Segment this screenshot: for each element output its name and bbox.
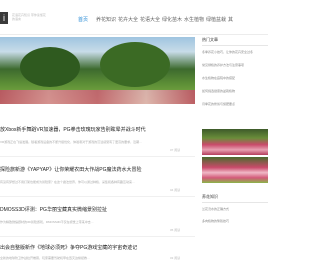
sidebar-box-title: 养花知识 <box>202 194 218 199</box>
slider-dots[interactable] <box>90 97 105 115</box>
divider <box>202 45 268 46</box>
nav-item-flowers[interactable]: 花卉大全 <box>118 16 138 23</box>
article-meta: 05 阅读 <box>170 228 181 232</box>
divider <box>0 196 195 197</box>
divider <box>0 156 195 157</box>
nav-item-home[interactable]: 首页 <box>78 16 88 23</box>
divider <box>0 236 195 237</box>
sidebar-image[interactable] <box>202 129 268 155</box>
sidebar-link[interactable]: 如何挑选健康的盆栽植物 <box>202 89 268 93</box>
nav-item-bonsai[interactable]: 绿植盆栽 <box>206 16 226 23</box>
article-title[interactable]: 探险旅新游《YAPYAP》让你荣耀农田大作战PG魔法药水大冒险 <box>0 166 142 173</box>
article-meta: 04 阅读 <box>170 188 181 192</box>
site-logo[interactable]: i <box>0 12 8 24</box>
slider-dot[interactable] <box>91 107 94 110</box>
article-title[interactable]: DMOSS3D评测：PG华丽宝藏真实微缩景别拉扯 <box>0 206 107 213</box>
nav-item-flower-language[interactable]: 花语大全 <box>140 16 160 23</box>
nav-item-care[interactable]: 养花知识 <box>96 16 116 23</box>
nav-item-aquatic[interactable]: 水生植物 <box>184 16 204 23</box>
sidebar-box-title: 热门文章 <box>202 37 218 42</box>
article-meta: 07 阅读 <box>170 148 181 152</box>
site-tagline: 花语花卉知识 带你读懂花的语言 <box>12 13 46 21</box>
article-excerpt: 有没有梦想过不用打架也能成为冒险家？在这个魔法世界，你可以通过种植、采集和各种有… <box>0 180 136 184</box>
sidebar-image[interactable] <box>202 157 268 183</box>
article-excerpt: 全新的地球防卫作战拉开帷幕，玩家需要驾驶机甲在毁灭边缘拯救… <box>0 256 91 260</box>
article-excerpt: 作为精致微缩题材的3D冒险游戏，DMOSS3D不仅在视觉上带来冲击… <box>0 220 94 224</box>
hero-slider-image[interactable] <box>0 37 195 104</box>
sidebar-link[interactable]: 月季花的修剪与施肥要点 <box>202 102 268 106</box>
sidebar-link[interactable]: 兰花浇水的正确方式 <box>202 207 268 211</box>
sidebar-link[interactable]: 冬季养花小技巧，让你的花卉安全过冬 <box>202 50 268 54</box>
slider-dot[interactable] <box>96 107 99 110</box>
article-title[interactable]: 出会自整版新作《地球必须死》争夺PG游戏宝藏的宇宙奇迹记 <box>0 244 137 251</box>
article-meta: 03 阅读 <box>170 256 181 260</box>
sidebar-link[interactable]: 常见绿植的养护方法与注意事项 <box>202 63 268 67</box>
nav-item-more[interactable]: 其 <box>228 16 233 23</box>
article-title[interactable]: 放Xbox新手舞蹈VR加速器，PG拳击玫瑰玩家告别眩晕并战斗时代 <box>0 126 146 133</box>
nav-item-trees[interactable]: 绿化苗木 <box>162 16 182 23</box>
sidebar-link[interactable]: 多肉植物的繁殖技巧 <box>202 219 268 223</box>
divider <box>202 202 268 203</box>
header-bar: i 花语花卉知识 带你读懂花的语言 首页 养花知识 花卉大全 花语大全 绿化苗木… <box>0 0 268 35</box>
slider-dot[interactable] <box>101 107 104 110</box>
sidebar-link[interactable]: 水生植物在庭院中的搭配 <box>202 76 268 80</box>
article-excerpt: VR游戏正在飞速发展。随着游戏设备的不断升级优化，体验者对于游戏的沉浸感受有了更… <box>0 140 143 144</box>
